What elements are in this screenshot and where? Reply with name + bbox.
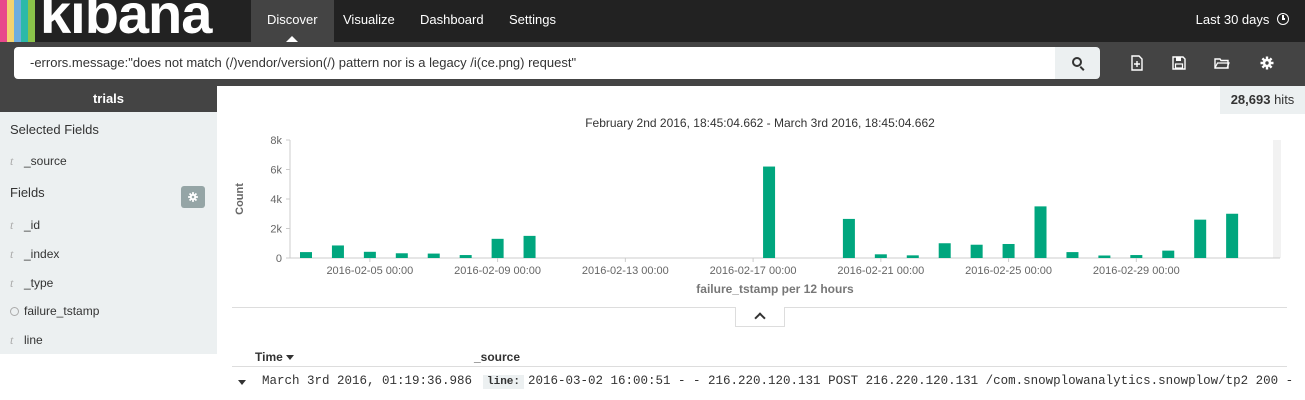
tab-discover[interactable]: Discover	[251, 0, 334, 42]
fields-title: Fields	[10, 185, 45, 200]
field-sidebar: trials Selected Fields t _source Fields t…	[0, 86, 217, 354]
logo-text: kibana	[40, 0, 212, 45]
field-item-source[interactable]: t _source	[10, 153, 67, 169]
x-tick-label: 2016-02-13 00:00	[582, 265, 669, 277]
search-bar-row	[0, 42, 1305, 86]
histogram-bar[interactable]	[1162, 250, 1175, 258]
histogram-bar[interactable]	[1034, 206, 1047, 258]
histogram-bar[interactable]	[1130, 255, 1143, 258]
search-button[interactable]	[1055, 47, 1100, 79]
histogram-bar[interactable]	[300, 252, 312, 258]
search-icon	[1072, 57, 1082, 67]
histogram-bar[interactable]	[331, 245, 344, 258]
hits-label: hits	[1274, 92, 1295, 107]
string-type-icon: t	[10, 218, 14, 232]
row-source: line: 2016-03-02 16:00:51 - - 216.220.120…	[483, 374, 1293, 389]
tab-dashboard[interactable]: Dashboard	[404, 0, 500, 42]
y-tick-label: 8k	[270, 135, 282, 147]
histogram-bar[interactable]	[906, 255, 919, 258]
histogram-bar[interactable]	[427, 253, 440, 258]
new-search-icon[interactable]	[1129, 55, 1145, 71]
x-axis-label: failure_tstamp per 12 hours	[696, 282, 854, 296]
y-tick-label: 6k	[270, 165, 282, 177]
x-tick-label: 2016-02-05 00:00	[326, 265, 413, 277]
gear-icon	[188, 192, 198, 202]
x-tick-label: 2016-02-17 00:00	[710, 265, 797, 277]
field-item-type[interactable]: t _type	[10, 275, 53, 291]
date-type-icon	[10, 307, 19, 316]
field-settings-button[interactable]	[181, 186, 205, 208]
histogram-bar[interactable]	[395, 253, 408, 258]
hits-number: 28,693	[1230, 92, 1271, 107]
chart-date-range: February 2nd 2016, 18:45:04.662 - March …	[585, 116, 935, 130]
histogram-bar[interactable]	[1098, 255, 1111, 258]
index-pattern-title[interactable]: trials	[0, 86, 217, 112]
save-icon[interactable]	[1171, 55, 1187, 71]
histogram-bar[interactable]	[874, 254, 887, 258]
tab-visualize[interactable]: Visualize	[327, 0, 411, 42]
expand-row-icon[interactable]	[238, 380, 246, 385]
histogram-bar[interactable]	[763, 166, 776, 258]
top-nav: kibana Discover Visualize Dashboard Sett…	[0, 0, 1305, 42]
column-header-label: Time	[255, 350, 283, 364]
x-tick-label: 2016-02-29 00:00	[1093, 265, 1180, 277]
column-header-source[interactable]: _source	[474, 350, 520, 364]
source-key-label: line:	[483, 375, 525, 389]
histogram-bar[interactable]	[938, 243, 951, 258]
histogram-bar[interactable]	[491, 238, 504, 258]
selected-fields-title: Selected Fields	[10, 122, 99, 137]
string-type-icon: t	[10, 333, 14, 347]
time-picker[interactable]: Last 30 days	[1196, 0, 1289, 42]
histogram-bar[interactable]	[842, 218, 855, 258]
collapse-chart-button[interactable]	[735, 307, 785, 327]
column-header-time[interactable]: Time	[255, 350, 294, 364]
field-name: line	[24, 333, 43, 347]
string-type-icon: t	[10, 276, 14, 290]
histogram-bar[interactable]	[970, 244, 983, 258]
y-tick-label: 2k	[270, 224, 282, 236]
chevron-up-icon	[754, 312, 766, 324]
histogram-chart[interactable]: 0 2k 4k 6k 8k Count 2016-02-05 00:00 2016-02-09…	[230, 130, 1290, 302]
y-tick-label: 4k	[270, 194, 282, 206]
x-tick-label: 2016-02-09 00:00	[454, 265, 541, 277]
field-item-index[interactable]: t _index	[10, 246, 59, 262]
time-picker-label: Last 30 days	[1195, 12, 1270, 27]
tab-settings[interactable]: Settings	[493, 0, 572, 42]
histogram-bar[interactable]	[459, 255, 472, 258]
histogram-bar[interactable]	[363, 251, 376, 258]
row-time: March 3rd 2016, 01:19:36.986	[262, 374, 473, 388]
clock-icon	[1277, 13, 1289, 25]
table-header-divider	[232, 366, 1287, 367]
field-name: _type	[24, 276, 54, 290]
field-name: _index	[24, 247, 60, 261]
histogram-bar[interactable]	[1226, 213, 1239, 258]
x-tick-label: 2016-02-25 00:00	[965, 265, 1052, 277]
field-item-id[interactable]: t _id	[10, 217, 40, 233]
histogram-bar[interactable]	[1066, 252, 1079, 258]
hits-count: 28,693 hits	[1220, 86, 1305, 114]
gear-icon[interactable]	[1259, 55, 1275, 71]
x-tick-label: 2016-02-21 00:00	[837, 265, 924, 277]
logo-color-bars	[0, 0, 44, 42]
source-value: 2016-03-02 16:00:51 - - 216.220.120.131 …	[528, 374, 1294, 388]
sort-down-icon	[285, 355, 294, 360]
kibana-logo[interactable]: kibana	[0, 0, 232, 42]
field-item-line[interactable]: t line	[10, 332, 43, 348]
histogram-bar[interactable]	[1194, 219, 1207, 258]
field-name: _id	[24, 218, 41, 232]
search-input[interactable]	[14, 47, 1055, 79]
field-name: _source	[24, 154, 67, 168]
field-name: failure_tstamp	[24, 304, 100, 318]
y-tick-label: 0	[276, 253, 282, 265]
open-icon[interactable]	[1214, 55, 1230, 71]
field-item-failure-tstamp[interactable]: failure_tstamp	[10, 303, 99, 319]
string-type-icon: t	[10, 154, 14, 168]
chart-edge-strip	[1273, 140, 1281, 258]
y-axis-label: Count	[234, 183, 246, 215]
histogram-bar[interactable]	[523, 235, 536, 258]
histogram-bar[interactable]	[1002, 243, 1015, 258]
string-type-icon: t	[10, 247, 14, 261]
